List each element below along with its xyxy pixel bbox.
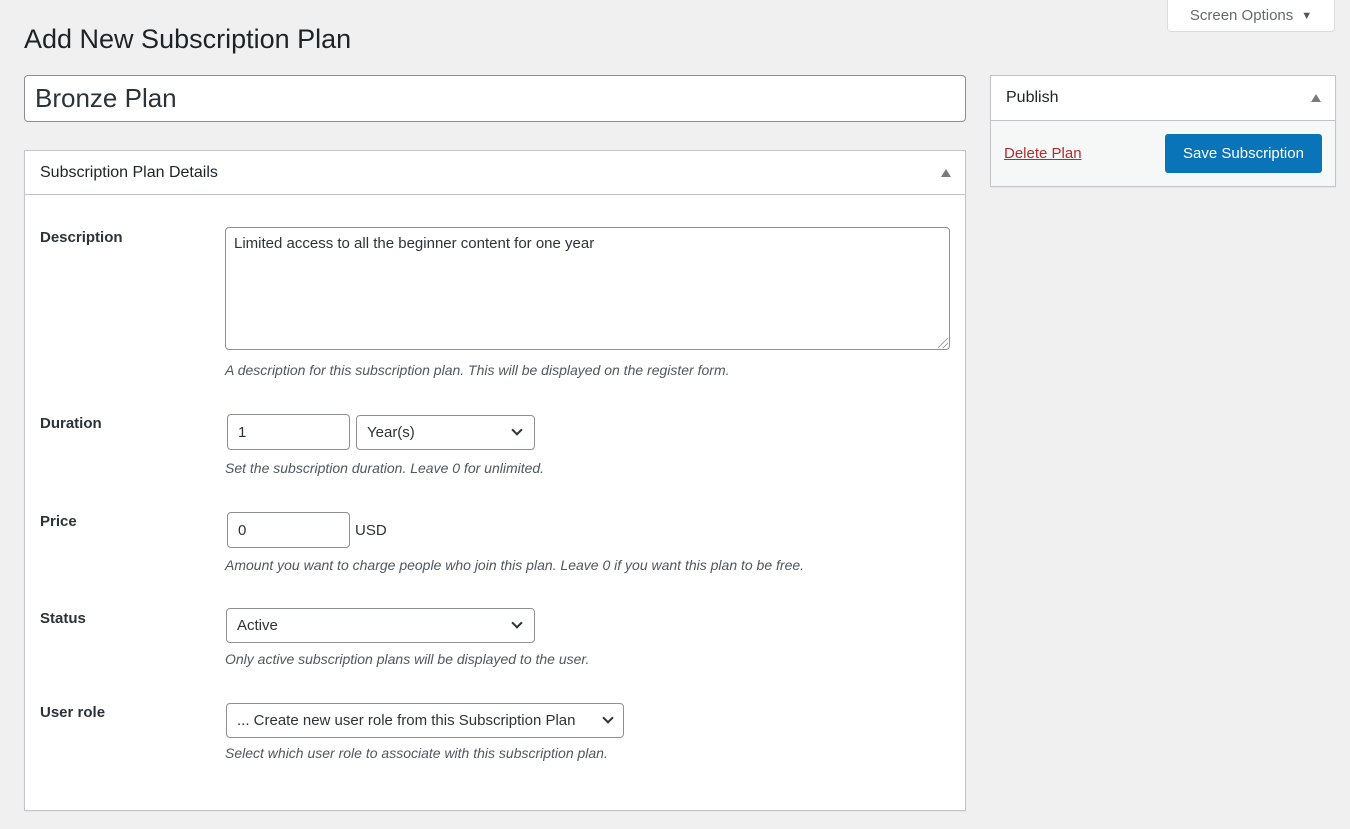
plan-title-input[interactable]: Bronze Plan (24, 75, 966, 122)
description-textarea[interactable]: Limited access to all the beginner conte… (225, 227, 950, 350)
status-value: Active (237, 617, 278, 634)
description-help: A description for this subscription plan… (225, 362, 730, 378)
publish-box-title: Publish (1006, 89, 1059, 106)
user-role-select[interactable]: ... Create new user role from this Subsc… (226, 703, 624, 738)
publish-actions: Delete Plan Save Subscription (991, 121, 1335, 186)
page-title: Add New Subscription Plan (24, 24, 352, 54)
price-label: Price (40, 513, 77, 530)
details-box-title: Subscription Plan Details (40, 163, 218, 181)
currency-label: USD (355, 522, 387, 539)
chevron-down-icon (511, 424, 523, 436)
caret-down-icon: ▼ (1301, 9, 1313, 22)
chevron-down-icon (602, 712, 614, 724)
screen-options-label: Screen Options (1189, 7, 1294, 24)
user-role-label: User role (40, 704, 106, 721)
status-help: Only active subscription plans will be d… (225, 651, 590, 667)
details-box-header: Subscription Plan Details (25, 151, 965, 195)
collapse-toggle-icon[interactable] (1311, 94, 1321, 102)
resize-handle-icon[interactable] (938, 338, 948, 348)
duration-input[interactable]: 1 (227, 414, 350, 450)
collapse-toggle-icon[interactable] (941, 168, 951, 177)
price-help: Amount you want to charge people who joi… (225, 557, 805, 573)
publish-box-header: Publish (991, 76, 1335, 121)
description-label: Description (40, 229, 123, 246)
status-select[interactable]: Active (226, 608, 535, 643)
duration-label: Duration (40, 415, 102, 432)
chevron-down-icon (511, 617, 523, 629)
screen-options-button[interactable]: Screen Options ▼ (1167, 0, 1335, 32)
publish-box: Publish Delete Plan Save Subscription (990, 75, 1336, 187)
price-input[interactable]: 0 (227, 512, 350, 548)
save-subscription-button[interactable]: Save Subscription (1165, 134, 1322, 173)
delete-plan-link[interactable]: Delete Plan (1004, 145, 1082, 162)
description-value: Limited access to all the beginner conte… (234, 235, 595, 252)
duration-help: Set the subscription duration. Leave 0 f… (225, 460, 545, 476)
user-role-value: ... Create new user role from this Subsc… (237, 712, 576, 729)
duration-unit-value: Year(s) (367, 424, 415, 441)
duration-unit-select[interactable]: Year(s) (356, 415, 535, 450)
status-label: Status (40, 610, 86, 627)
subscription-plan-details-box: Subscription Plan Details Description Li… (24, 150, 966, 811)
user-role-help: Select which user role to associate with… (225, 745, 608, 761)
